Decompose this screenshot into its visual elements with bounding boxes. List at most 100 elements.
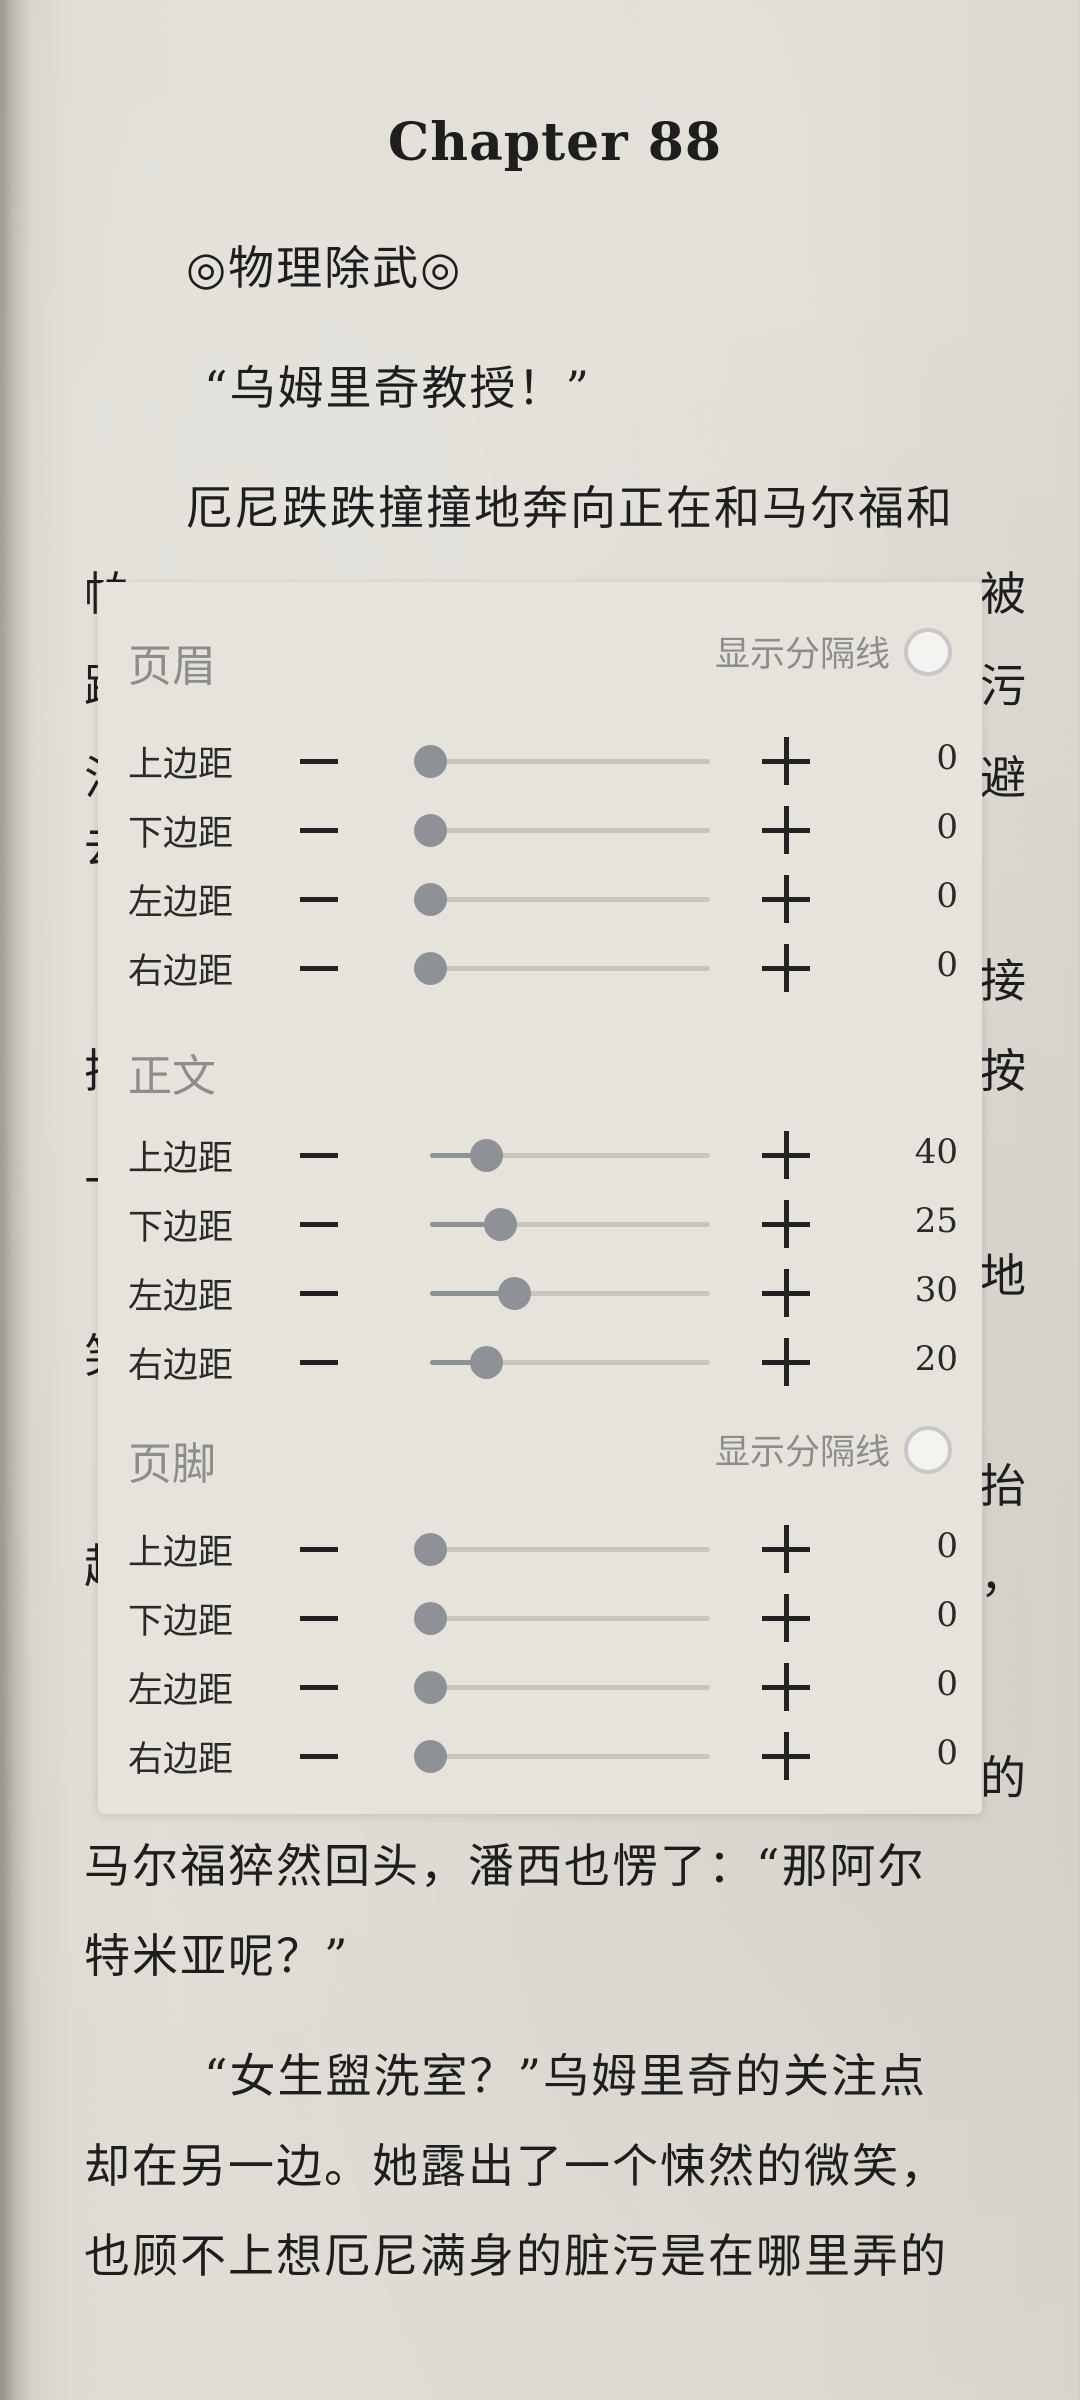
margin-slider[interactable]	[414, 952, 710, 985]
book-edge-char: 把	[84, 1035, 98, 1101]
minus-icon[interactable]	[300, 1153, 338, 1158]
margin-settings-panel: 页眉 显示分隔线 上边距 0 下边距 0 左边距 0 右边距 0 正文 上边距 40 下边距 25 左…	[98, 582, 982, 1814]
margin-slider[interactable]	[414, 1671, 710, 1704]
book-line: “乌姆里奇教授！”	[204, 361, 592, 415]
footer-divider-checkbox[interactable]	[904, 1425, 952, 1474]
footer-margin-row: 右边距 0	[128, 1727, 958, 1787]
margin-label: 右边距	[128, 952, 234, 992]
margin-label: 上边距	[128, 1139, 234, 1179]
margin-slider[interactable]	[414, 883, 710, 916]
margin-label: 右边距	[128, 1346, 234, 1386]
book-edge-char: 按	[980, 1044, 1028, 1098]
plus-icon[interactable]	[762, 1663, 810, 1711]
plus-icon[interactable]	[762, 1131, 810, 1179]
plus-icon[interactable]	[762, 875, 810, 923]
minus-icon[interactable]	[300, 828, 338, 833]
slider-thumb[interactable]	[414, 1740, 447, 1773]
book-edge-char: 避	[980, 751, 1028, 805]
margin-slider[interactable]	[430, 1208, 710, 1241]
footer-section-title: 页脚	[128, 1439, 216, 1490]
minus-icon[interactable]	[300, 759, 338, 764]
minus-icon[interactable]	[300, 1360, 338, 1365]
book-edge-char: ，	[980, 1549, 1028, 1603]
minus-icon[interactable]	[300, 897, 338, 902]
slider-thumb[interactable]	[414, 1602, 447, 1635]
margin-value: 40	[914, 1132, 958, 1172]
margin-label: 左边距	[128, 1671, 234, 1711]
margin-value: 0	[936, 1733, 958, 1773]
margin-value: 0	[936, 807, 958, 847]
margin-slider[interactable]	[430, 1139, 710, 1172]
plus-icon[interactable]	[762, 1338, 810, 1386]
plus-icon[interactable]	[762, 806, 810, 854]
margin-value: 0	[936, 1664, 958, 1704]
plus-icon[interactable]	[762, 1732, 810, 1780]
slider-thumb[interactable]	[414, 1671, 447, 1704]
minus-icon[interactable]	[300, 1754, 338, 1759]
footer-margin-row: 左边距 0	[128, 1658, 958, 1718]
margin-label: 下边距	[128, 1208, 234, 1248]
body-section-title: 正文	[128, 1051, 216, 1102]
plus-icon[interactable]	[762, 1594, 810, 1642]
minus-icon[interactable]	[300, 1291, 338, 1296]
minus-icon[interactable]	[300, 1222, 338, 1227]
plus-icon[interactable]	[762, 944, 810, 992]
book-edge-char: 上	[84, 1128, 98, 1194]
minus-icon[interactable]	[300, 1547, 338, 1552]
slider-thumb[interactable]	[414, 745, 447, 778]
margin-value: 0	[936, 945, 958, 985]
book-line: “女生盥洗室？”乌姆里奇的关注点	[204, 2049, 928, 2103]
book-edge-char: 接	[980, 954, 1028, 1008]
margin-label: 右边距	[128, 1740, 234, 1780]
margin-slider[interactable]	[414, 1740, 710, 1773]
body-margin-row: 左边距 30	[128, 1264, 958, 1324]
book-edge-char: 起	[84, 1530, 98, 1596]
header-divider-toggle[interactable]: 显示分隔线	[715, 626, 952, 677]
plus-icon[interactable]	[762, 1525, 810, 1573]
margin-label: 上边距	[128, 1533, 234, 1573]
margin-slider[interactable]	[430, 1346, 710, 1379]
footer-margin-row: 下边距 0	[128, 1589, 958, 1649]
plus-icon[interactable]	[762, 1200, 810, 1248]
margin-value: 30	[914, 1270, 958, 1310]
minus-icon[interactable]	[300, 1685, 338, 1690]
slider-thumb[interactable]	[498, 1277, 531, 1310]
plus-icon[interactable]	[762, 737, 810, 785]
header-section-title: 页眉	[128, 641, 216, 692]
header-margin-row: 上边距 0	[128, 732, 958, 792]
chapter-title: Chapter 88	[387, 112, 723, 173]
margin-slider[interactable]	[414, 1602, 710, 1635]
book-edge-char: 污	[980, 659, 1028, 713]
margin-value: 20	[914, 1339, 958, 1379]
margin-value: 25	[914, 1201, 958, 1241]
margin-value: 0	[936, 1595, 958, 1635]
book-edge-char: 去	[84, 810, 98, 876]
header-margin-row: 右边距 0	[128, 939, 958, 999]
margin-slider[interactable]	[414, 745, 710, 778]
plus-icon[interactable]	[762, 1269, 810, 1317]
footer-margin-row: 上边距 0	[128, 1520, 958, 1580]
footer-divider-toggle[interactable]: 显示分隔线	[715, 1424, 952, 1475]
margin-value: 0	[936, 1526, 958, 1566]
margin-slider[interactable]	[414, 814, 710, 847]
slider-thumb[interactable]	[414, 1533, 447, 1566]
slider-thumb[interactable]	[414, 883, 447, 916]
slider-thumb[interactable]	[414, 814, 447, 847]
slider-thumb[interactable]	[414, 952, 447, 985]
margin-label: 下边距	[128, 1602, 234, 1642]
book-line: 厄尼跌跌撞撞地奔向正在和马尔福和	[186, 481, 954, 535]
slider-thumb[interactable]	[470, 1346, 503, 1379]
header-divider-checkbox[interactable]	[904, 627, 952, 676]
margin-slider[interactable]	[414, 1533, 710, 1566]
minus-icon[interactable]	[300, 966, 338, 971]
margin-label: 左边距	[128, 883, 234, 923]
margin-label: 上边距	[128, 745, 234, 785]
margin-slider[interactable]	[430, 1277, 710, 1310]
slider-thumb[interactable]	[470, 1139, 503, 1172]
book-edge-char: 跑	[84, 650, 98, 716]
minus-icon[interactable]	[300, 1616, 338, 1621]
header-margin-row: 下边距 0	[128, 801, 958, 861]
footer-divider-label: 显示分隔线	[714, 1433, 890, 1473]
book-edge-char: 抬	[980, 1459, 1028, 1513]
slider-thumb[interactable]	[484, 1208, 517, 1241]
